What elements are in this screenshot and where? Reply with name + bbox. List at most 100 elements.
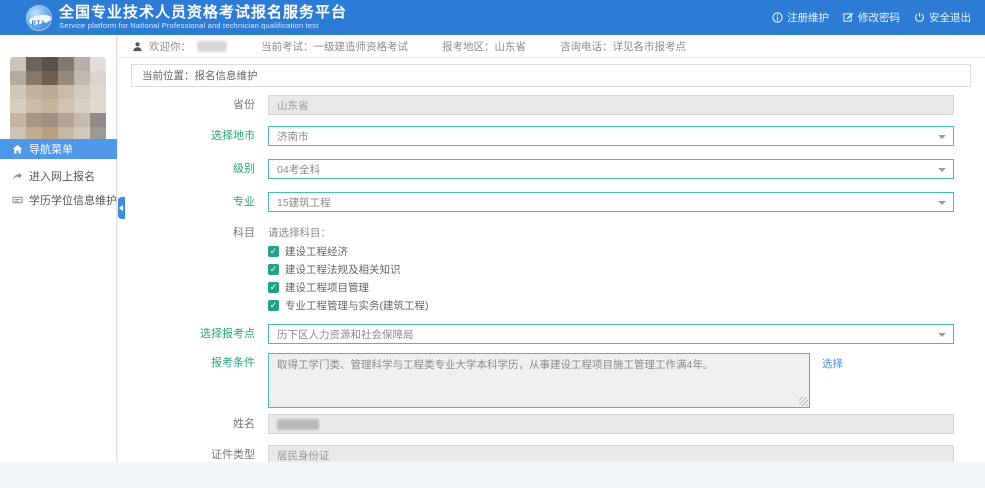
avatar-pixel [26,99,42,113]
city-select[interactable]: 济南市 [268,126,954,146]
register-maintain-label: 注册维护 [787,12,829,24]
avatar-pixel [58,85,74,99]
subject-label: 建设工程项目管理 [285,281,369,294]
redacted-name [277,418,319,430]
id-type-label: 证件类型 [211,449,255,461]
education-info-label: 学历学位信息维护 [29,195,117,207]
avatar-pixel [10,113,26,127]
sidebar-item-education-info[interactable]: 学历学位信息维护 [0,191,117,209]
exam-region-text: 报考地区：山东省 [442,40,526,53]
chevron-down-icon [938,135,946,139]
header-actions: 注册维护 修改密码 安全退出 [772,10,975,25]
id-type-input: 居民身份证 [268,445,954,462]
subject-checkbox-row[interactable]: ✓ 建设工程经济 [268,242,954,260]
certificate-icon [12,195,23,206]
main-content: 欢迎你： 当前考试：一级建造师资格考试 报考地区：山东省 咨询电话：详见各市报考… [118,35,985,462]
avatar-pixel [74,71,90,85]
id-type-row: 证件类型 居民身份证 [118,445,985,462]
avatar-pixel [42,85,58,99]
exam-site-select-value: 历下区人力资源和社会保障局 [277,328,414,341]
breadcrumb: 当前位置： 报名信息维护 [131,64,971,87]
avatar-pixel [26,85,42,99]
breadcrumb-label: 当前位置： [142,70,195,82]
checkbox-checked-icon[interactable]: ✓ [268,281,279,293]
avatar-pixel [42,99,58,113]
sidebar: 导航菜单 进入网上报名 学历学位信息维护 [0,35,117,462]
avatar-pixel [90,113,106,127]
enter-registration-label: 进入网上报名 [29,171,95,183]
province-label: 省份 [233,99,255,111]
sidebar-item-enter-registration[interactable]: 进入网上报名 [0,167,117,185]
name-label: 姓名 [233,418,255,430]
avatar-pixel [90,71,106,85]
checkbox-checked-icon[interactable]: ✓ [268,299,279,311]
subject-label: 建设工程法规及相关知识 [285,263,401,276]
nav-menu-label: 导航菜单 [29,144,73,156]
welcome-bar: 欢迎你： 当前考试：一级建造师资格考试 报考地区：山东省 咨询电话：详见各市报考… [118,35,985,58]
avatar-pixel [26,57,42,71]
conditions-textarea[interactable]: 取得工学门类、管理科学与工程类专业大学本科学历，从事建设工程项目施工管理工作满4… [268,353,810,408]
avatar-pixel [58,71,74,85]
subject-label: 专业工程管理与实务(建筑工程) [285,299,429,312]
level-select-value: 04考全科 [277,163,321,176]
major-row: 专业 15建筑工程 [118,192,985,212]
page: PTA 全国专业技术人员资格考试报名服务平台 Service platform … [0,0,985,488]
checkbox-checked-icon[interactable]: ✓ [268,245,279,257]
redacted-username [197,40,227,52]
exam-site-row: 选择报考点 历下区人力资源和社会保障局 [118,324,985,344]
page-footer-strip [0,462,985,488]
province-row: 省份 山东省 [118,95,985,115]
city-row: 选择地市 济南市 [118,126,985,146]
avatar-pixel [42,71,58,85]
user-icon [132,41,143,52]
resize-grip-icon[interactable] [799,397,808,406]
register-maintain-link[interactable]: 注册维护 [772,10,829,25]
sidebar-nav-menu-header[interactable]: 导航菜单 [0,139,117,159]
id-type-value: 居民身份证 [277,449,330,462]
conditions-select-link[interactable]: 选择 [822,356,843,371]
subjects-label: 科目 [233,227,255,239]
avatar-pixel [10,71,26,85]
province-value: 山东省 [277,99,309,112]
level-select[interactable]: 04考全科 [268,159,954,179]
welcome-greeting: 欢迎你： [149,40,191,53]
edit-pencil-icon [843,12,854,23]
avatar-pixel [10,57,26,71]
phone-text: 咨询电话：详见各市报考点 [560,40,686,53]
home-icon [12,144,23,155]
logout-label: 安全退出 [929,12,971,24]
app-header: PTA 全国专业技术人员资格考试报名服务平台 Service platform … [0,0,985,35]
registration-form: 省份 山东省 选择地市 济南市 级别 04考全科 专业 15建筑工程 科目 请选… [118,95,985,462]
arrow-share-icon [12,171,23,182]
avatar-pixel [90,99,106,113]
avatar-pixel [58,113,74,127]
change-password-link[interactable]: 修改密码 [843,10,900,25]
subject-checkbox-row[interactable]: ✓ 建设工程项目管理 [268,278,954,296]
avatar-pixel [58,57,74,71]
avatar-pixel [42,113,58,127]
avatar-pixel [90,57,106,71]
avatar-pixel [58,99,74,113]
level-row: 级别 04考全科 [118,159,985,179]
checkbox-checked-icon[interactable]: ✓ [268,263,279,275]
breadcrumb-value: 报名信息维护 [194,70,258,82]
pta-logo-icon: PTA [26,4,52,31]
name-input [268,414,954,434]
app-subtitle: Service platform for National Profession… [59,21,319,30]
avatar-pixel [10,85,26,99]
subject-checkbox-row[interactable]: ✓ 专业工程管理与实务(建筑工程) [268,296,954,314]
avatar-pixel [26,71,42,85]
level-label: 级别 [233,163,255,175]
major-select[interactable]: 15建筑工程 [268,192,954,212]
conditions-row: 报考条件 取得工学门类、管理科学与工程类专业大学本科学历，从事建设工程项目施工管… [118,353,985,408]
avatar-pixel [74,99,90,113]
subject-label: 建设工程经济 [285,245,348,258]
app-titles: 全国专业技术人员资格考试报名服务平台 Service platform for … [59,5,347,31]
info-circle-icon [772,12,783,23]
avatar-pixel [74,57,90,71]
logout-link[interactable]: 安全退出 [914,10,971,25]
subject-checkbox-row[interactable]: ✓ 建设工程法规及相关知识 [268,260,954,278]
conditions-text: 取得工学门类、管理科学与工程类专业大学本科学历，从事建设工程项目施工管理工作满4… [277,359,714,371]
avatar-pixel [26,113,42,127]
exam-site-select[interactable]: 历下区人力资源和社会保障局 [268,324,954,344]
